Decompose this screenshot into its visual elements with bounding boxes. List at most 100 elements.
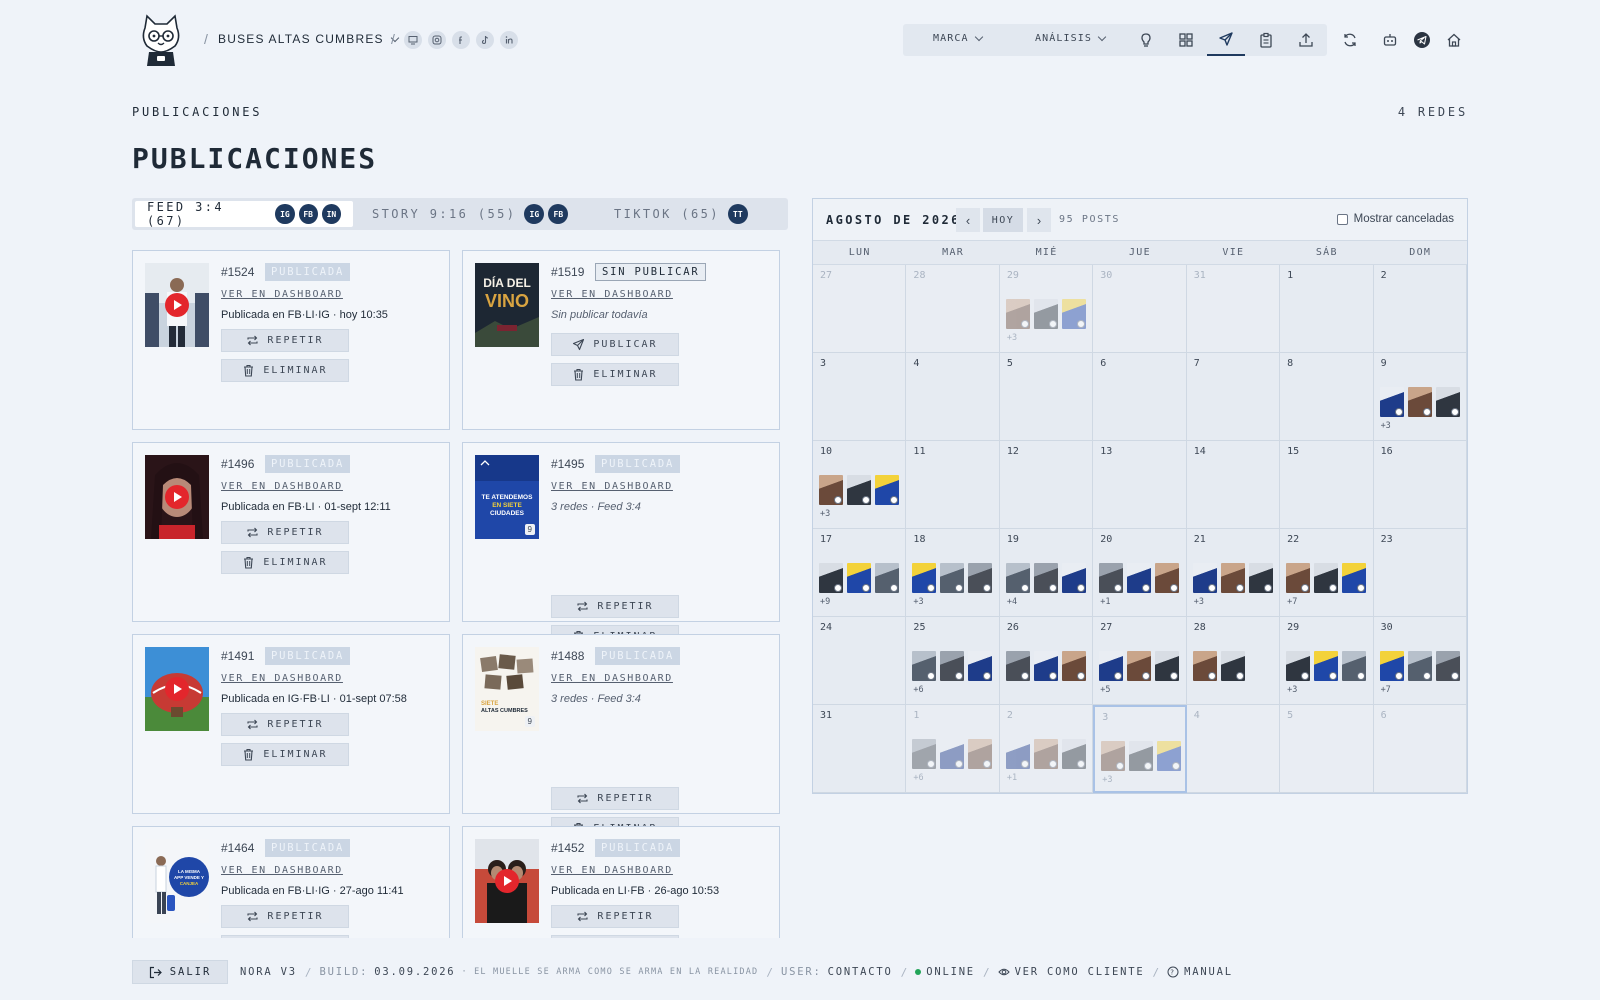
- scheduled-post-thumbnail[interactable]: [1314, 651, 1339, 681]
- tab-feed[interactable]: FEED 3:4 (67) IG FB IN: [135, 200, 353, 228]
- calendar-day[interactable]: 30: [1093, 265, 1187, 353]
- scheduled-post-thumbnail[interactable]: [940, 739, 965, 769]
- dashboard-link[interactable]: VER EN DASHBOARD: [221, 865, 343, 876]
- dashboard-link[interactable]: VER EN DASHBOARD: [551, 481, 673, 492]
- scheduled-post-thumbnail[interactable]: [1435, 387, 1460, 417]
- calendar-day[interactable]: 2 +1: [999, 705, 1094, 793]
- scheduled-post-thumbnail[interactable]: [1099, 563, 1124, 593]
- today-button[interactable]: HOY: [983, 208, 1023, 232]
- calendar-day[interactable]: 17 +9: [813, 529, 907, 617]
- calendar-day[interactable]: 18 +3: [906, 529, 1000, 617]
- scheduled-post-thumbnail[interactable]: [1286, 651, 1311, 681]
- scheduled-post-thumbnail[interactable]: [1155, 651, 1180, 681]
- more-posts-count[interactable]: +3: [913, 597, 923, 607]
- calendar-day[interactable]: 28: [1186, 617, 1281, 705]
- tab-tiktok[interactable]: TIKTOK (65) TT: [602, 201, 760, 227]
- scheduled-post-thumbnail[interactable]: [1192, 651, 1217, 681]
- scheduled-post-thumbnail[interactable]: [1005, 299, 1030, 329]
- scheduled-post-thumbnail[interactable]: [1099, 651, 1124, 681]
- calendar-day[interactable]: 5: [1280, 705, 1374, 793]
- calendar-day[interactable]: 5: [999, 353, 1094, 441]
- scheduled-post-thumbnail[interactable]: [1220, 563, 1245, 593]
- repetir-button[interactable]: REPETIR: [221, 329, 349, 352]
- scheduled-post-thumbnail[interactable]: [1061, 299, 1086, 329]
- more-posts-count[interactable]: +7: [1287, 597, 1297, 607]
- calendar-day[interactable]: 8: [1280, 353, 1374, 441]
- calendar-day[interactable]: 31: [1186, 265, 1281, 353]
- scheduled-post-thumbnail[interactable]: [968, 739, 993, 769]
- calendar-day[interactable]: 23: [1373, 529, 1467, 617]
- calendar-day[interactable]: 1: [1280, 265, 1374, 353]
- analisis-dropdown[interactable]: ANÁLISIS: [1035, 32, 1107, 44]
- instagram-icon[interactable]: [428, 31, 446, 49]
- eliminar-button[interactable]: ELIMINAR: [221, 935, 349, 938]
- more-posts-count[interactable]: +3: [1102, 775, 1112, 785]
- more-posts-count[interactable]: +3: [820, 509, 830, 519]
- scheduled-post-thumbnail[interactable]: [940, 563, 965, 593]
- repetir-button[interactable]: REPETIR: [551, 905, 679, 928]
- calendar-day[interactable]: 4: [906, 353, 1000, 441]
- scheduled-post-thumbnail[interactable]: [1407, 651, 1432, 681]
- dashboard-link[interactable]: VER EN DASHBOARD: [221, 289, 343, 300]
- scheduled-post-thumbnail[interactable]: [912, 739, 937, 769]
- more-posts-count[interactable]: +6: [913, 773, 923, 783]
- repetir-button[interactable]: REPETIR: [221, 521, 349, 544]
- scheduled-post-thumbnail[interactable]: [1157, 741, 1182, 771]
- calendar-day[interactable]: 11: [906, 441, 1000, 529]
- scheduled-post-thumbnail[interactable]: [912, 651, 937, 681]
- calendar-day[interactable]: 26: [999, 617, 1094, 705]
- more-posts-count[interactable]: +3: [1007, 333, 1017, 343]
- post-thumbnail[interactable]: SIETE ALTAS CUMBRES 9: [475, 647, 539, 731]
- more-posts-count[interactable]: +6: [913, 685, 923, 695]
- scheduled-post-thumbnail[interactable]: [1033, 651, 1058, 681]
- home-icon[interactable]: [1443, 29, 1465, 51]
- calendar-day[interactable]: 6: [1373, 705, 1467, 793]
- repetir-button[interactable]: REPETIR: [221, 905, 349, 928]
- calendar-day[interactable]: 4: [1186, 705, 1281, 793]
- scheduled-post-thumbnail[interactable]: [940, 651, 965, 681]
- eliminar-button[interactable]: ELIMINAR: [551, 363, 679, 386]
- scheduled-post-thumbnail[interactable]: [1005, 563, 1030, 593]
- more-posts-count[interactable]: +9: [820, 597, 830, 607]
- tiktok-icon[interactable]: [476, 31, 494, 49]
- prev-month-button[interactable]: ‹: [956, 208, 980, 232]
- dashboard-link[interactable]: VER EN DASHBOARD: [551, 289, 673, 300]
- view-as-client-link[interactable]: VER COMO CLIENTE: [997, 966, 1145, 978]
- show-cancelled-checkbox[interactable]: [1336, 213, 1348, 225]
- grid-icon[interactable]: [1167, 24, 1205, 56]
- post-thumbnail[interactable]: [145, 263, 209, 347]
- calendar-day[interactable]: 24: [813, 617, 907, 705]
- calendar-day[interactable]: 14: [1186, 441, 1281, 529]
- scheduled-post-thumbnail[interactable]: [1033, 563, 1058, 593]
- scheduled-post-thumbnail[interactable]: [1342, 651, 1367, 681]
- scheduled-post-thumbnail[interactable]: [1379, 387, 1404, 417]
- calendar-day[interactable]: 2: [1373, 265, 1467, 353]
- scheduled-post-thumbnail[interactable]: [875, 563, 899, 593]
- scheduled-post-thumbnail[interactable]: [968, 563, 993, 593]
- scheduled-post-thumbnail[interactable]: [968, 651, 993, 681]
- scheduled-post-thumbnail[interactable]: [1005, 739, 1030, 769]
- scheduled-post-thumbnail[interactable]: [1127, 563, 1152, 593]
- scheduled-post-thumbnail[interactable]: [1342, 563, 1367, 593]
- scheduled-post-thumbnail[interactable]: [1286, 563, 1311, 593]
- dashboard-link[interactable]: VER EN DASHBOARD: [221, 481, 343, 492]
- calendar-day[interactable]: 29 +3: [1280, 617, 1374, 705]
- dashboard-link[interactable]: VER EN DASHBOARD: [551, 865, 673, 876]
- more-posts-count[interactable]: +1: [1100, 597, 1110, 607]
- scheduled-post-thumbnail[interactable]: [1005, 651, 1030, 681]
- scheduled-post-thumbnail[interactable]: [1101, 741, 1126, 771]
- calendar-day[interactable]: 13: [1093, 441, 1187, 529]
- calendar-day[interactable]: 27 +5: [1093, 617, 1187, 705]
- eliminar-button[interactable]: ELIMINAR: [221, 359, 349, 382]
- calendar-day[interactable]: 3 +3: [1093, 705, 1187, 793]
- scheduled-post-thumbnail[interactable]: [1061, 563, 1086, 593]
- calendar-day[interactable]: 31: [813, 705, 907, 793]
- more-posts-count[interactable]: +5: [1100, 685, 1110, 695]
- calendar-day[interactable]: 21 +3: [1186, 529, 1281, 617]
- calendar-day[interactable]: 15: [1280, 441, 1374, 529]
- telegram-icon[interactable]: [1411, 29, 1433, 51]
- repetir-button[interactable]: REPETIR: [221, 713, 349, 736]
- scheduled-post-thumbnail[interactable]: [1061, 651, 1086, 681]
- calendar-day[interactable]: 27: [813, 265, 907, 353]
- calendar-day[interactable]: 25 +6: [906, 617, 1000, 705]
